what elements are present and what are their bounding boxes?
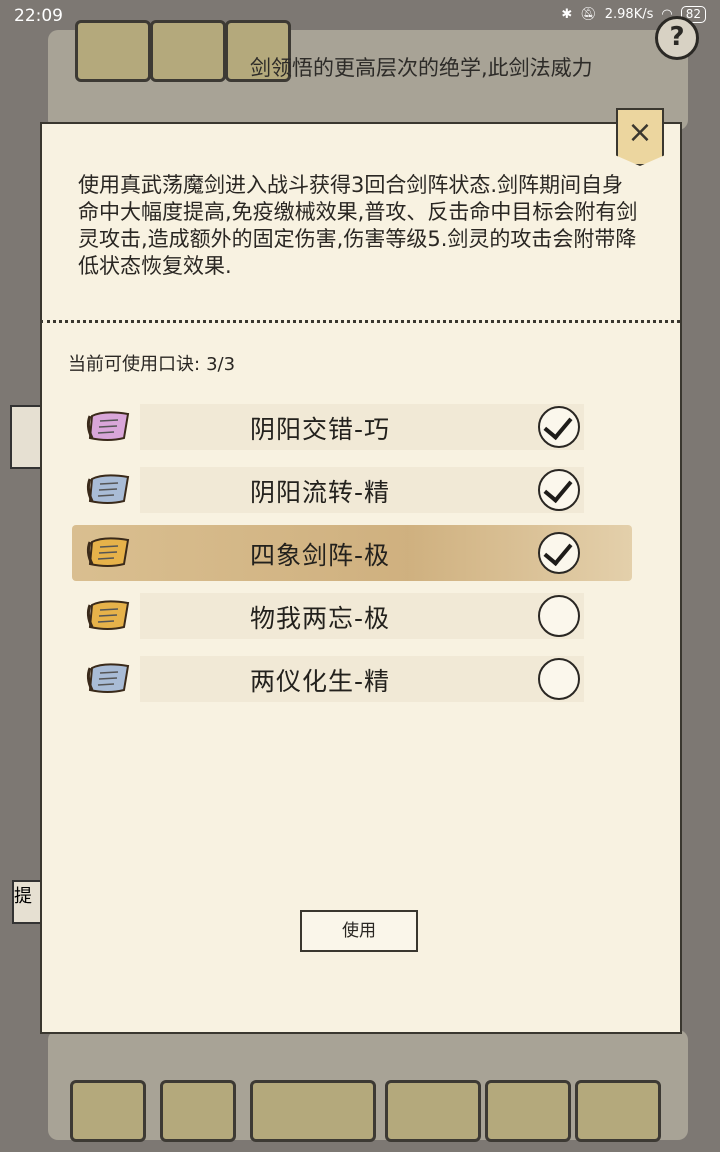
count-label: 当前可使用口诀: [68,354,201,375]
formula-row[interactable]: 四象剑阵-极 [72,525,632,581]
dotted-divider [40,320,680,323]
formula-row[interactable]: 物我两忘-极 [80,593,620,639]
unchecked-circle-icon[interactable] [538,658,580,700]
use-button[interactable]: 使用 [300,910,418,952]
scroll-roll [575,1080,661,1142]
scroll-roll [70,1080,146,1142]
formula-row[interactable]: 两仪化生-精 [80,656,620,702]
available-count: 当前可使用口诀: 3/3 [68,350,235,376]
formula-name: 阴阳流转-精 [250,478,391,507]
help-button[interactable]: ? [655,16,699,60]
close-button[interactable]: × [616,108,664,166]
skill-description: 使用真武荡魔剑进入战斗获得3回合剑阵状态.剑阵期间自身命中大幅度提高,免疫缴械效… [78,173,638,278]
scroll-roll [150,20,226,82]
scroll-icon [86,474,130,504]
unchecked-circle-icon[interactable] [538,595,580,637]
checked-icon[interactable] [538,532,580,574]
count-value: 3/3 [206,354,236,375]
scroll-roll [250,1080,376,1142]
scroll-icon [86,663,130,693]
formula-row[interactable]: 阴阳流转-精 [80,467,620,513]
checked-icon[interactable] [538,406,580,448]
bluetooth-icon: ✱ [561,7,573,22]
formula-name: 两仪化生-精 [250,667,391,696]
scroll-icon [86,411,130,441]
background-description: 剑领悟的更高层次的绝学,此剑法威力 [250,56,593,80]
clock: 22:09 [14,6,63,26]
scroll-icon [86,537,130,567]
net-speed: 2.98K/s [604,7,654,22]
mute-icon: 🔕︎ [580,7,597,22]
scroll-roll [485,1080,571,1142]
formula-row[interactable]: 阴阳交错-巧 [80,404,620,450]
scroll-roll [160,1080,236,1142]
scroll-roll [75,20,151,82]
checked-icon[interactable] [538,469,580,511]
formula-name: 阴阳交错-巧 [250,415,391,444]
scroll-icon [86,600,130,630]
formula-name: 物我两忘-极 [250,604,391,633]
formula-name: 四象剑阵-极 [250,541,391,570]
scroll-roll [385,1080,481,1142]
